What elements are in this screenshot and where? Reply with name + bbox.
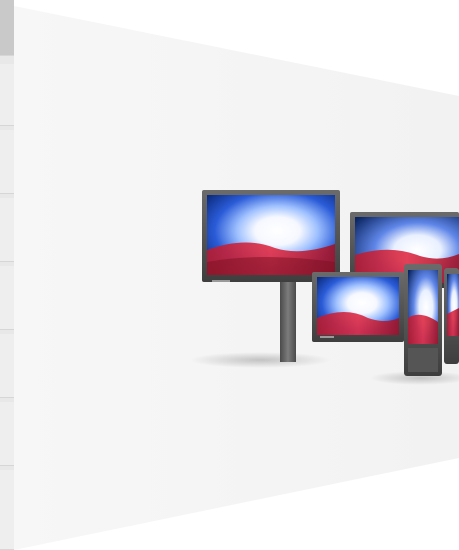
- tabletop-display: [312, 272, 404, 342]
- kiosk-display-partial: [444, 268, 459, 364]
- digital-signage-displays-image: [190, 190, 459, 385]
- kiosk-display: [404, 264, 442, 376]
- promo-banner: [0, 0, 459, 550]
- floor-shadow: [190, 352, 330, 368]
